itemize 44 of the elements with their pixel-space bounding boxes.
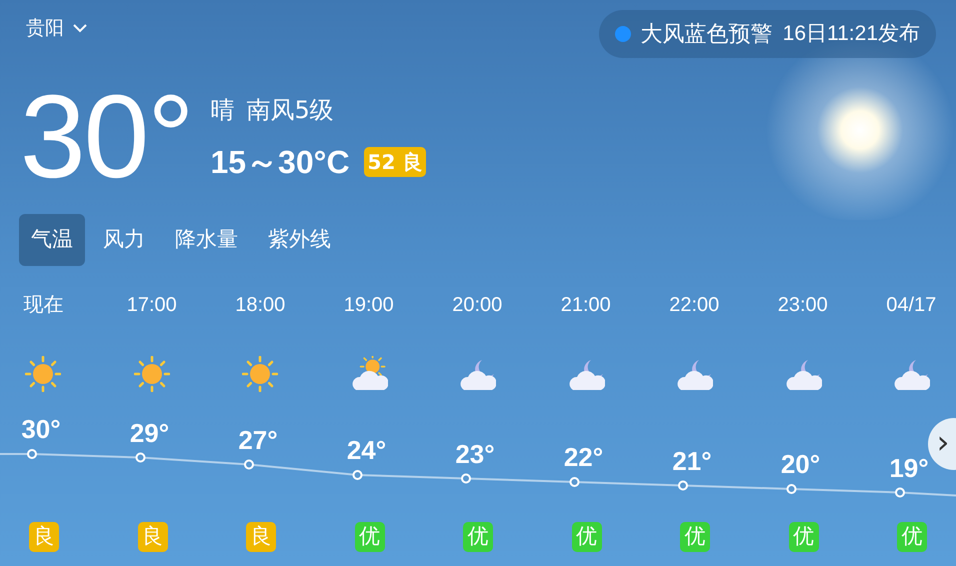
aqi-badge: 52 良 [364,147,426,177]
air-quality-badge: 优 [680,522,710,552]
air-quality-badge: 优 [788,522,818,552]
chart-tab[interactable]: 降水量 [163,214,250,266]
city-selector[interactable]: 贵阳 [26,14,88,42]
alert-banner[interactable]: 大风蓝色预警 16日11:21发布 [598,10,936,58]
hour-temperature: 21° [672,448,712,474]
sun-icon [134,356,170,392]
chevron-down-icon [72,23,88,34]
air-quality-badge: 良 [138,522,168,552]
hour-label: 现在 [23,293,64,318]
sun-icon [242,356,278,392]
hour-label: 22:00 [669,293,720,318]
hour-temperature: 23° [455,440,495,466]
hour-temperature: 24° [346,437,386,463]
hour-label: 04/17 [886,293,936,318]
hour-temperature: 30° [21,416,61,442]
hour-temperature: 20° [780,451,820,477]
temperature-range: 15～30°C [210,143,350,182]
chart-tab[interactable]: 紫外线 [256,214,343,266]
hour-temperature: 27° [238,426,278,452]
air-quality-badge: 优 [354,522,384,552]
chart-tab[interactable]: 气温 [19,214,85,266]
hour-temperature: 19° [889,454,929,480]
sun-icon [25,356,62,392]
air-quality-badge: 优 [897,522,927,552]
next-button[interactable]: › [928,418,956,470]
sun-cloud-icon [350,356,388,392]
hour-label: 19:00 [344,293,394,318]
wind-info: 南风5级 [246,95,334,126]
chart-tab[interactable]: 风力 [91,214,157,266]
hour-label: 17:00 [126,293,177,318]
hour-label: 21:00 [560,293,611,318]
air-quality-badge: 良 [246,522,276,552]
hour-temperature: 22° [564,444,604,470]
hour-temperature: 29° [130,420,170,446]
hour-label: 20:00 [452,293,502,318]
air-quality-badge: 优 [572,522,602,552]
current-temperature: 30° [20,78,192,196]
hour-label: 18:00 [235,293,286,318]
hour-label: 23:00 [778,293,828,318]
weather-condition: 晴 [210,95,234,126]
air-quality-badge: 优 [463,522,493,552]
air-quality-badge: 良 [29,522,59,552]
